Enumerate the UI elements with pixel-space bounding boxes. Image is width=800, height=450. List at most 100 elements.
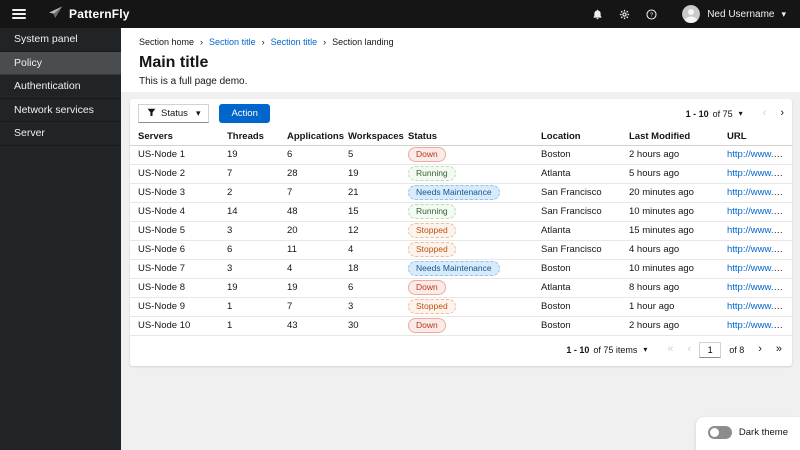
cell-location: Boston [533, 316, 621, 336]
cell-location: Boston [533, 297, 621, 317]
sidebar-item-authentication[interactable]: Authentication [0, 75, 121, 99]
cell-location: Atlanta [533, 221, 621, 241]
url-link[interactable]: http://www.redhat... [727, 320, 792, 331]
column-header: URL [719, 128, 792, 146]
table-row: US-Node 8 19 19 6 Down Atlanta 8 hours ago http… [130, 278, 792, 298]
cell-threads: 14 [219, 202, 279, 222]
settings-gear-icon[interactable] [618, 8, 630, 20]
dark-theme-toggle[interactable] [707, 426, 732, 439]
cell-location: Atlanta [533, 164, 621, 184]
cell-threads: 19 [219, 145, 279, 165]
sidebar-item-network-services[interactable]: Network services [0, 99, 121, 122]
breadcrumb-item[interactable]: Section home [139, 37, 194, 47]
last-page-icon[interactable]: » [776, 344, 782, 355]
table-row: US-Node 1 19 6 5 Down Boston 2 hours ago http:/… [130, 145, 792, 165]
cell-last-modified: 10 minutes ago [621, 202, 719, 222]
url-link[interactable]: http://www.redhat... [727, 263, 792, 274]
sidebar-item-system-panel[interactable]: System panel [0, 28, 121, 52]
pagination-range: 1 - 10 [685, 108, 709, 119]
user-menu[interactable]: Ned Username ▾ [682, 5, 786, 23]
table-row: US-Node 4 14 48 15 Running San Francisco 10 mi… [130, 202, 792, 222]
cell-threads: 2 [219, 183, 279, 203]
url-link[interactable]: http://www.redhat... [727, 244, 792, 255]
cell-threads: 3 [219, 259, 279, 279]
cell-status: Stopped [400, 240, 533, 260]
url-link[interactable]: http://www.redhat... [727, 206, 792, 217]
patternfly-logo-icon [48, 4, 63, 24]
breadcrumb-separator-icon: › [261, 37, 265, 47]
next-page-icon[interactable]: › [780, 108, 784, 119]
status-filter-dropdown[interactable]: Status ▾ [138, 104, 210, 123]
table-row: US-Node 10 1 43 30 Down Boston 2 hours ago http… [130, 316, 792, 336]
cell-applications: 48 [279, 202, 340, 222]
cell-status: Stopped [400, 297, 533, 317]
cell-status: Down [400, 145, 533, 165]
cell-url: http://www.redhat... [719, 278, 792, 298]
next-page-icon[interactable]: › [758, 344, 762, 355]
cell-server: US-Node 6 [130, 240, 219, 260]
cell-url: http://www.redhat... [719, 183, 792, 203]
cell-workspaces: 12 [340, 221, 400, 241]
cell-server: US-Node 2 [130, 164, 219, 184]
cell-threads: 6 [219, 240, 279, 260]
cell-threads: 1 [219, 297, 279, 317]
filter-funnel-icon [147, 108, 156, 120]
table-row: US-Node 9 1 7 3 Stopped Boston 1 hour ago http:… [130, 297, 792, 317]
cell-threads: 19 [219, 278, 279, 298]
cell-location: Atlanta [533, 278, 621, 298]
pagination-range: 1 - 10 [566, 344, 590, 355]
table-row: US-Node 2 7 28 19 Running Atlanta 5 hours ago h… [130, 164, 792, 184]
cell-location: San Francisco [533, 202, 621, 222]
cell-last-modified: 1 hour ago [621, 297, 719, 317]
current-page-input[interactable] [699, 341, 722, 358]
total-pages: of 8 [729, 344, 745, 355]
cell-workspaces: 15 [340, 202, 400, 222]
servers-table: Servers Threads Applications Workspaces Stat… [130, 128, 792, 336]
url-link[interactable]: http://www.redhat... [727, 168, 792, 179]
toolbar: Status ▾ Action 1 - 10 of 75 ▾ ‹ › [130, 99, 792, 128]
status-badge: Down [408, 280, 446, 295]
pagination-menu-caret-icon[interactable]: ▾ [643, 345, 647, 354]
cell-applications: 20 [279, 221, 340, 241]
cell-threads: 1 [219, 316, 279, 336]
cell-applications: 28 [279, 164, 340, 184]
prev-page-icon[interactable]: ‹ [763, 108, 767, 119]
url-link[interactable]: http://www.redhat... [727, 301, 792, 312]
menu-toggle-icon[interactable] [12, 9, 26, 19]
cell-applications: 7 [279, 183, 340, 203]
prev-page-icon[interactable]: ‹ [688, 344, 692, 355]
cell-server: US-Node 3 [130, 183, 219, 203]
url-link[interactable]: http://www.redhat... [727, 282, 792, 293]
url-link[interactable]: http://www.redhat... [727, 225, 792, 236]
cell-url: http://www.redhat... [719, 259, 792, 279]
table-header-row: Servers Threads Applications Workspaces Stat… [130, 128, 792, 146]
status-badge: Running [408, 166, 456, 181]
cell-server: US-Node 1 [130, 145, 219, 165]
notifications-bell-icon[interactable] [591, 8, 603, 20]
cell-last-modified: 15 minutes ago [621, 221, 719, 241]
first-page-icon[interactable]: « [667, 344, 673, 355]
cell-server: US-Node 5 [130, 221, 219, 241]
cell-status: Needs Maintenance [400, 259, 533, 279]
status-badge: Needs Maintenance [408, 185, 500, 200]
pagination-total: of 75 items [593, 344, 638, 355]
cell-last-modified: 20 minutes ago [621, 183, 719, 203]
sidebar-item-server[interactable]: Server [0, 122, 121, 146]
cell-status: Running [400, 202, 533, 222]
help-question-icon[interactable]: ? [645, 8, 657, 20]
cell-location: San Francisco [533, 240, 621, 260]
cell-status: Down [400, 316, 533, 336]
pagination-menu-caret-icon[interactable]: ▾ [739, 109, 743, 118]
sidebar-item-policy[interactable]: Policy [0, 51, 121, 75]
page-title: Main title [139, 54, 209, 71]
url-link[interactable]: http://www.redhat... [727, 187, 792, 198]
action-button[interactable]: Action [219, 104, 270, 123]
breadcrumb: Section home › Section title › Section t… [139, 37, 782, 47]
cell-threads: 3 [219, 221, 279, 241]
url-link[interactable]: http://www.redhat... [727, 149, 792, 160]
brand-logo[interactable]: PatternFly [48, 4, 130, 24]
table-row: US-Node 7 3 4 18 Needs Maintenance Boston 10 m… [130, 259, 792, 279]
table-row: US-Node 6 6 11 4 Stopped San Francisco 4 hours… [130, 240, 792, 260]
breadcrumb-link[interactable]: Section title [209, 37, 256, 47]
breadcrumb-link[interactable]: Section title [271, 37, 318, 47]
